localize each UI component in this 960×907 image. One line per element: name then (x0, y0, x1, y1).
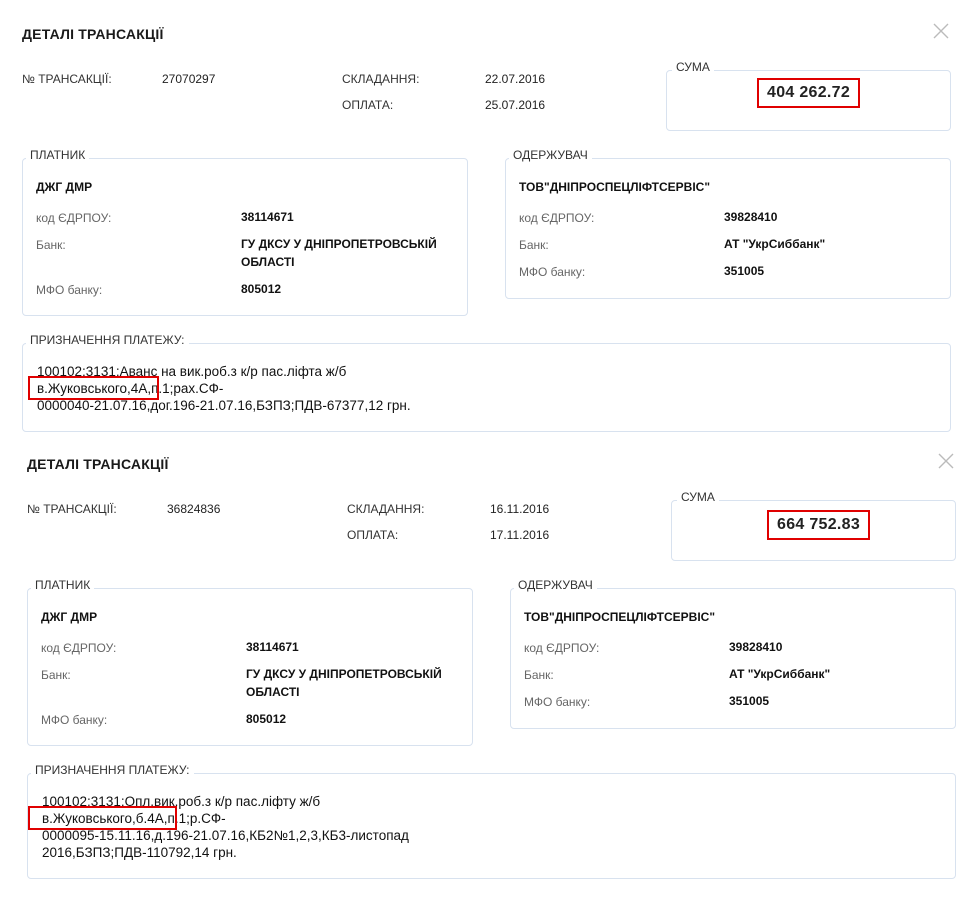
payer-name: ДЖГ ДМР (36, 180, 93, 194)
receiver-mfo-label: МФО банку: (519, 265, 586, 279)
payment-date: 25.07.2016 (485, 98, 546, 112)
receiver-bank: АТ "УкрСиббанк" (729, 667, 831, 681)
payer-bank-line1: ГУ ДКСУ У ДНІПРОПЕТРОВСЬКІЙ (246, 667, 442, 681)
highlight-box (28, 376, 159, 400)
payer-bank-line2: ОБЛАСТІ (246, 685, 300, 699)
panel-title: ДЕТАЛІ ТРАНСАКЦІЇ (27, 456, 169, 472)
payment-label: ОПЛАТА: (342, 98, 394, 112)
receiver-legend: ОДЕРЖУВАЧ (514, 578, 597, 592)
compiled-date: 22.07.2016 (485, 72, 546, 86)
payer-mfo-label: МФО банку: (41, 713, 108, 727)
close-icon[interactable] (937, 452, 955, 470)
receiver-bank-label: Банк: (524, 668, 554, 682)
payer-bank-line1: ГУ ДКСУ У ДНІПРОПЕТРОВСЬКІЙ (241, 237, 437, 251)
transaction-details-panel: ДЕТАЛІ ТРАНСАКЦІЇ № ТРАНСАКЦІЇ: 27070297… (0, 0, 960, 450)
payer-edrpou-label: код ЄДРПОУ: (36, 211, 112, 225)
tx-number-label: № ТРАНСАКЦІЇ: (27, 502, 117, 516)
compiled-label: СКЛАДАННЯ: (342, 72, 420, 86)
receiver-edrpou: 39828410 (729, 640, 783, 654)
receiver-edrpou: 39828410 (724, 210, 778, 224)
close-icon[interactable] (932, 22, 950, 40)
receiver-legend: ОДЕРЖУВАЧ (509, 148, 592, 162)
compiled-label: СКЛАДАННЯ: (347, 502, 425, 516)
tx-number-label: № ТРАНСАКЦІЇ: (22, 72, 112, 86)
receiver-name: ТОВ"ДНІПРОСПЕЦЛІФТСЕРВІС" (519, 180, 711, 194)
payment-label: ОПЛАТА: (347, 528, 399, 542)
payer-edrpou: 38114671 (246, 640, 299, 654)
receiver-mfo-label: МФО банку: (524, 695, 591, 709)
payer-edrpou: 38114671 (241, 210, 294, 224)
purpose-line: 2016,БЗПЗ;ПДВ-110792,14 грн. (42, 845, 237, 860)
payer-legend: ПЛАТНИК (26, 148, 90, 162)
purpose-label: ПРИЗНАЧЕННЯ ПЛАТЕЖУ: (26, 333, 189, 347)
payer-legend: ПЛАТНИК (31, 578, 95, 592)
sum-label: СУМА (672, 60, 714, 74)
payer-bank-label: Банк: (41, 668, 71, 682)
transaction-details-panel: ДЕТАЛІ ТРАНСАКЦІЇ № ТРАНСАКЦІЇ: 36824836… (5, 430, 960, 880)
payer-name: ДЖГ ДМР (41, 610, 98, 624)
sum-value: 664 752.83 (767, 510, 871, 540)
sum-label: СУМА (677, 490, 719, 504)
receiver-mfo: 351005 (724, 264, 765, 278)
payer-mfo: 805012 (246, 712, 287, 726)
sum-value: 404 262.72 (757, 78, 861, 108)
receiver-bank-label: Банк: (519, 238, 549, 252)
payer-mfo: 805012 (241, 282, 282, 296)
receiver-edrpou-label: код ЄДРПОУ: (519, 211, 595, 225)
payment-date: 17.11.2016 (490, 528, 550, 542)
highlight-box (28, 806, 177, 830)
payer-edrpou-label: код ЄДРПОУ: (41, 641, 117, 655)
purpose-label: ПРИЗНАЧЕННЯ ПЛАТЕЖУ: (31, 763, 194, 777)
panel-title: ДЕТАЛІ ТРАНСАКЦІЇ (22, 26, 164, 42)
payer-bank-label: Банк: (36, 238, 66, 252)
receiver-bank: АТ "УкрСиббанк" (724, 237, 826, 251)
compiled-date: 16.11.2016 (490, 502, 550, 516)
receiver-name: ТОВ"ДНІПРОСПЕЦЛІФТСЕРВІС" (524, 610, 716, 624)
tx-number: 27070297 (162, 72, 216, 86)
payer-mfo-label: МФО банку: (36, 283, 103, 297)
tx-number: 36824836 (167, 502, 221, 516)
payer-bank-line2: ОБЛАСТІ (241, 255, 295, 269)
receiver-edrpou-label: код ЄДРПОУ: (524, 641, 600, 655)
receiver-mfo: 351005 (729, 694, 770, 708)
